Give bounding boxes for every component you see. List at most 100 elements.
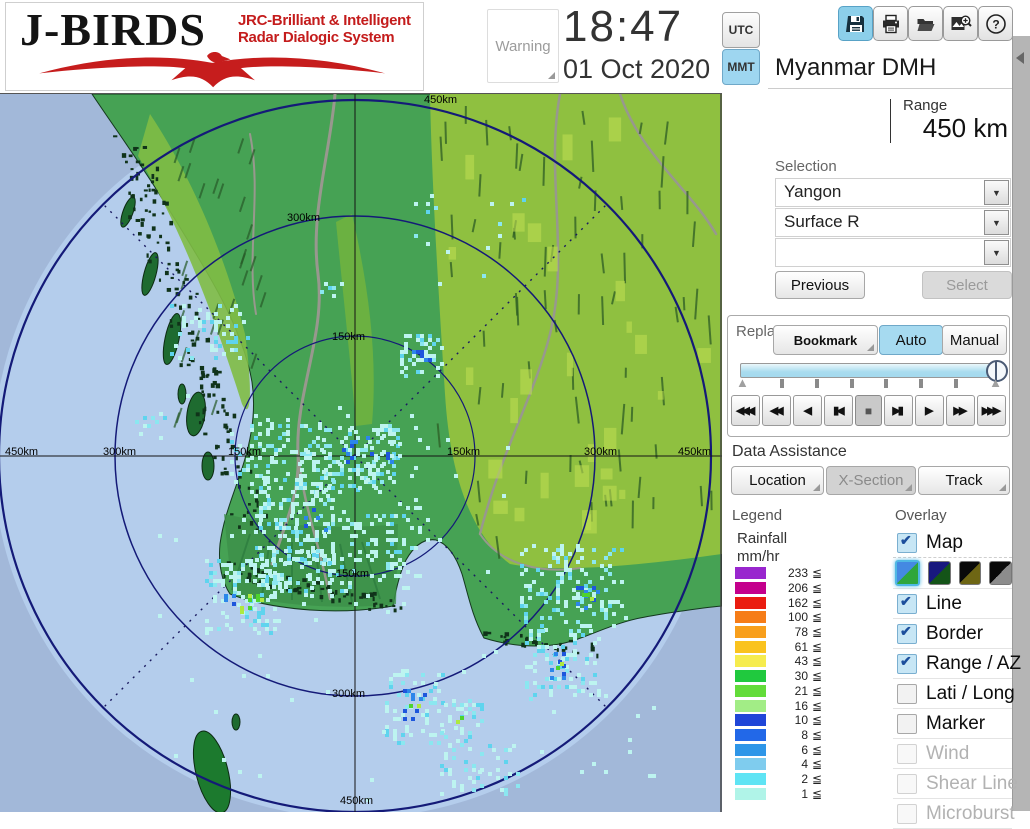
auto-button[interactable]: Auto [879, 325, 943, 355]
ring-label: 300km [103, 446, 136, 458]
range-label: Range [903, 97, 947, 114]
overlay-item-lati-long[interactable]: ✔ Lati / Long [893, 679, 1012, 709]
replay-panel: Replay Bookmark Auto Manual ▲ ▲ ◀◀◀ ◀◀ ◀… [727, 315, 1010, 437]
legend-swatch [735, 685, 766, 697]
svg-text:?: ? [992, 17, 999, 31]
shear-line-checkbox: ✔ [897, 774, 917, 794]
legend-swatch [735, 700, 766, 712]
radar-map[interactable]: 450km 300km 150km 150km 300km 450km 450k… [0, 93, 722, 812]
forward-fast-button[interactable]: ▶▶ [946, 395, 975, 426]
map-style-gray[interactable] [989, 561, 1012, 585]
map-style-terrain[interactable] [895, 560, 920, 586]
wind-checkbox: ✔ [897, 744, 917, 764]
legend-swatch [735, 744, 766, 756]
range-box: Range 450 km [775, 94, 1010, 148]
overlay-label: Overlay [895, 507, 947, 524]
legend-swatch [735, 729, 766, 741]
legend-swatch [735, 670, 766, 682]
site-dropdown[interactable]: Yangon ▼ [775, 178, 1011, 207]
step-forward-button[interactable]: ▶▮ [884, 395, 913, 426]
line-checkbox[interactable]: ✔ [897, 594, 917, 614]
map-style-dark[interactable] [928, 561, 951, 585]
manual-button[interactable]: Manual [942, 325, 1007, 355]
chevron-down-icon[interactable]: ▼ [984, 180, 1009, 205]
legend-swatch [735, 641, 766, 653]
stop-button[interactable]: ■ [855, 395, 881, 426]
bookmark-button[interactable]: Bookmark [773, 325, 878, 355]
open-folder-button[interactable] [908, 6, 943, 41]
warning-button[interactable]: Warning [487, 9, 559, 83]
overlay-item-microburst: ✔ Microburst [893, 799, 1012, 829]
legend-swatch [735, 597, 766, 609]
ring-label: 450km [340, 795, 373, 807]
microburst-checkbox: ✔ [897, 804, 917, 824]
print-button[interactable] [873, 6, 908, 41]
lati-long-checkbox[interactable]: ✔ [897, 684, 917, 704]
option-dropdown[interactable]: ▼ [775, 238, 1011, 267]
ring-label: 450km [424, 94, 457, 106]
play-backward-button[interactable]: ◀ [793, 395, 822, 426]
export-image-button[interactable] [943, 6, 978, 41]
save-button[interactable] [838, 6, 873, 41]
playback-controls: ◀◀◀ ◀◀ ◀ ▮◀ ■ ▶▮ ▶ ▶▶ ▶▶▶ [731, 395, 1006, 426]
marker-checkbox[interactable]: ✔ [897, 714, 917, 734]
overlay-item-line[interactable]: ✔ Line [893, 589, 1012, 619]
step-back-button[interactable]: ▮◀ [824, 395, 853, 426]
overlay-item-range-az[interactable]: ✔ Range / AZ [893, 649, 1012, 679]
ring-label: 300km [287, 212, 320, 224]
legend-swatch [735, 773, 766, 785]
eagle-logo-icon [14, 49, 414, 89]
border-checkbox[interactable]: ✔ [897, 624, 917, 644]
legend-swatch [735, 655, 766, 667]
logo-tagline: JRC-Brilliant & Intelligent Radar Dialog… [238, 12, 411, 46]
overlay-item-map[interactable]: ✔ Map [893, 528, 1012, 558]
location-button[interactable]: Location [731, 466, 824, 495]
slider-end-marker: ▲ [989, 376, 1002, 390]
product-dropdown[interactable]: Surface R ▼ [775, 208, 1011, 237]
ring-label: 150km [447, 446, 480, 458]
rewind-fastest-button[interactable]: ◀◀◀ [731, 395, 760, 426]
print-icon [881, 14, 901, 34]
ring-label: 150km [332, 331, 365, 343]
forward-fastest-button[interactable]: ▶▶▶ [977, 395, 1006, 426]
ring-label: 300km [332, 688, 365, 700]
previous-button[interactable]: Previous [775, 271, 865, 299]
x-section-button[interactable]: X-Section [826, 466, 916, 495]
legend-swatch [735, 758, 766, 770]
replay-slider-ticks: ▲ ▲ [736, 376, 1002, 392]
overlay-item-border[interactable]: ✔ Border [893, 619, 1012, 649]
selection-label: Selection [775, 158, 837, 175]
station-title: Myanmar DMH [775, 54, 936, 82]
chevron-down-icon[interactable]: ▼ [984, 240, 1009, 265]
range-az-checkbox[interactable]: ✔ [897, 654, 917, 674]
rewind-fast-button[interactable]: ◀◀ [762, 395, 791, 426]
map-style-olive[interactable] [959, 561, 982, 585]
legend-swatch [735, 567, 766, 579]
track-button[interactable]: Track [918, 466, 1010, 495]
legend-swatch [735, 611, 766, 623]
utc-button[interactable]: UTC [722, 12, 760, 48]
overlay-item-marker[interactable]: ✔ Marker [893, 709, 1012, 739]
export-image-icon [950, 14, 972, 34]
help-button[interactable]: ? [978, 6, 1013, 41]
map-checkbox[interactable]: ✔ [897, 533, 917, 553]
select-button[interactable]: Select [922, 271, 1012, 299]
legend-title: Rainfall mm/hr [737, 530, 787, 566]
ring-label: 150km [336, 568, 369, 580]
legend-swatch [735, 582, 766, 594]
chevron-down-icon[interactable]: ▼ [984, 210, 1009, 235]
app-logo: J-BIRDS JRC-Brilliant & Intelligent Rada… [5, 2, 424, 91]
collapse-arrow-icon[interactable] [1016, 52, 1024, 64]
divider [768, 88, 1012, 89]
slider-start-marker: ▲ [736, 376, 749, 390]
overlay-item-wind: ✔ Wind [893, 739, 1012, 769]
ring-label: 150km [228, 446, 261, 458]
clock-time: 18:47 [563, 2, 683, 52]
clock-date: 01 Oct 2020 [563, 54, 710, 85]
legend-swatch [735, 626, 766, 638]
overlay-item-shear-line: ✔ Shear Line [893, 769, 1012, 799]
overlay-list: ✔ Map ✔ Line ✔ Border ✔ Range / AZ ✔ Lat… [893, 528, 1012, 829]
play-button[interactable]: ▶ [915, 395, 944, 426]
mmt-button[interactable]: MMT [722, 49, 760, 85]
legend-swatch [735, 714, 766, 726]
